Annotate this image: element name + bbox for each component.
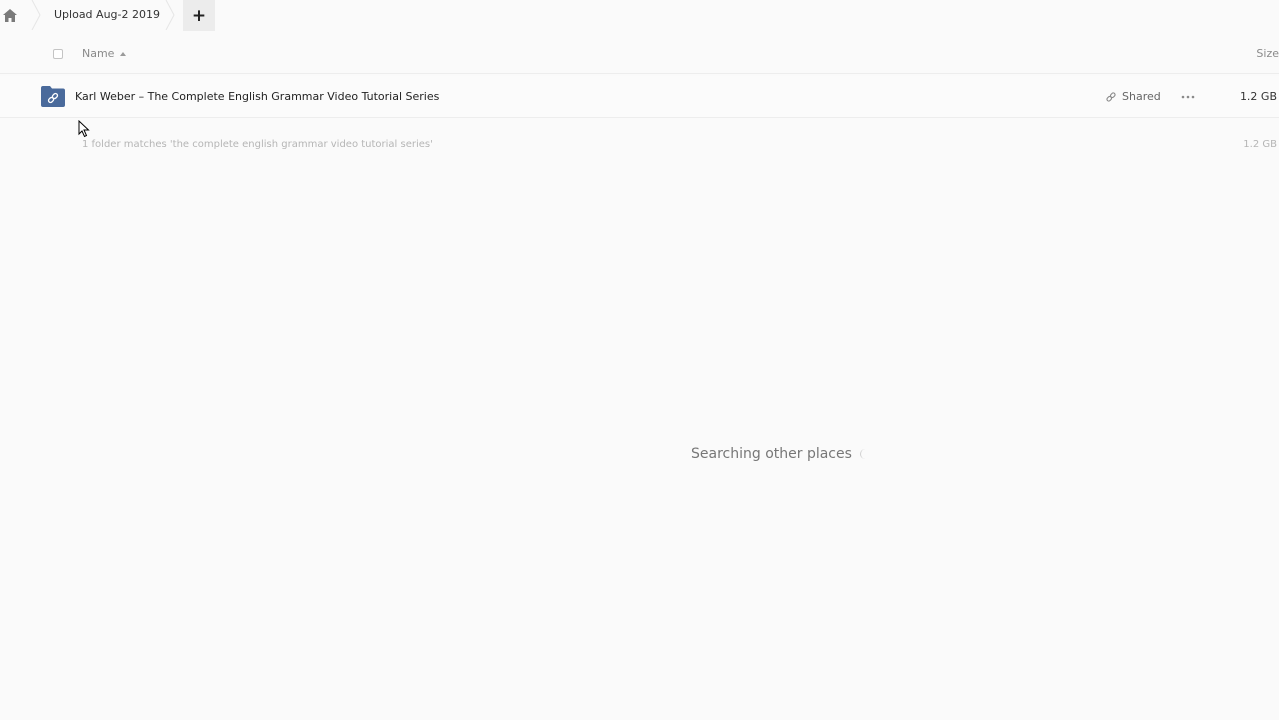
plus-icon: + — [191, 5, 207, 26]
file-size: 1.2 GB — [1239, 90, 1277, 103]
summary-total-size: 1.2 GB — [1243, 139, 1277, 150]
home-button[interactable] — [0, 4, 20, 26]
shared-label: Shared — [1122, 90, 1161, 103]
file-name[interactable]: Karl Weber – The Complete English Gramma… — [75, 90, 439, 103]
shared-folder-icon — [41, 86, 65, 107]
more-options-button[interactable] — [1178, 88, 1198, 106]
search-summary: 1 folder matches 'the complete english g… — [82, 139, 433, 150]
select-all-checkbox[interactable] — [53, 49, 63, 59]
sort-ascending-icon — [120, 51, 127, 56]
size-column-header[interactable]: Size — [1256, 47, 1279, 60]
breadcrumb-current-folder[interactable]: Upload Aug-2 2019 — [54, 8, 160, 21]
add-button[interactable]: + — [183, 0, 215, 31]
name-column-label: Name — [82, 47, 115, 60]
searching-label: Searching other places — [691, 446, 852, 462]
searching-status: Searching other places — [691, 446, 868, 462]
loading-spinner-icon — [859, 449, 868, 459]
breadcrumb-separator — [165, 0, 175, 30]
shared-status[interactable]: Shared — [1105, 90, 1161, 103]
link-icon — [1106, 91, 1116, 102]
breadcrumb-separator — [31, 0, 41, 30]
breadcrumb-bar: Upload Aug-2 2019 + — [0, 0, 1279, 32]
column-header: Name Size — [0, 36, 1279, 74]
more-icon — [1181, 95, 1195, 99]
table-row[interactable]: Karl Weber – The Complete English Gramma… — [0, 76, 1279, 118]
mouse-cursor-icon — [78, 120, 90, 138]
name-column-header[interactable]: Name — [82, 47, 127, 60]
home-icon — [3, 8, 17, 22]
